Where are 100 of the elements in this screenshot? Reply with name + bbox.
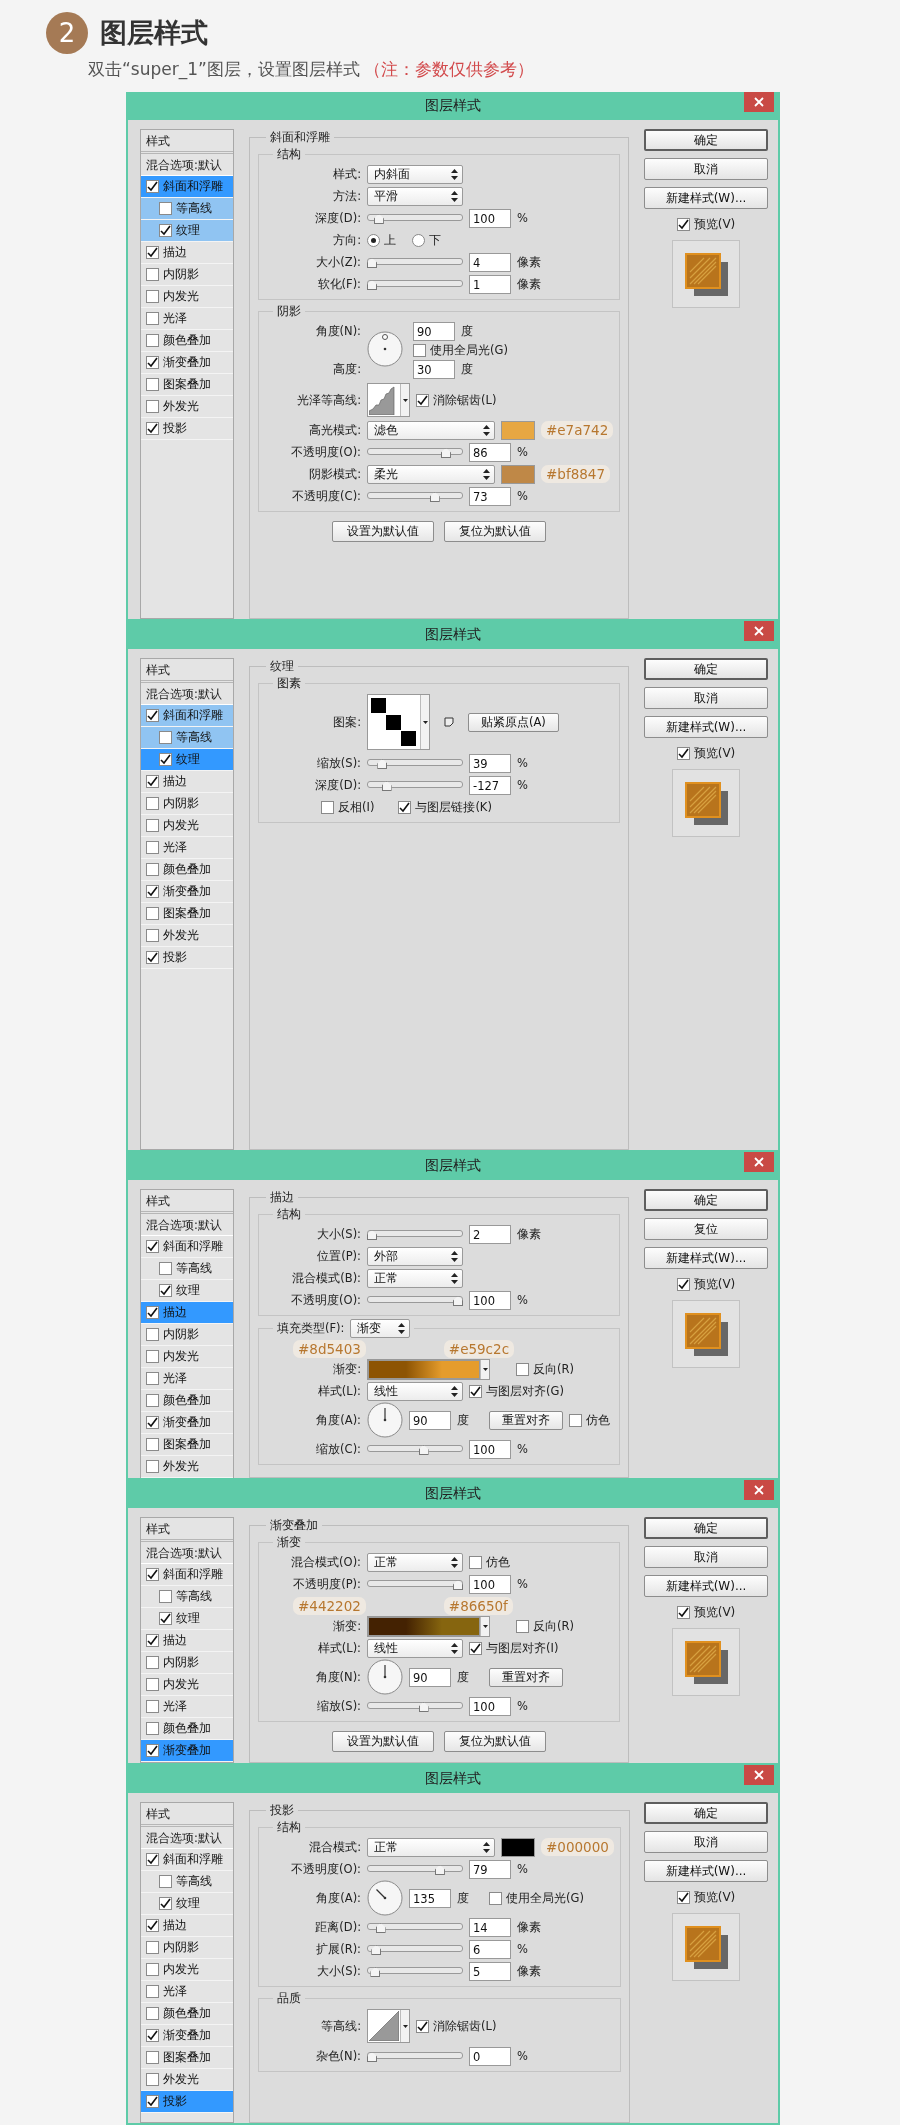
style-list-item[interactable]: 内阴影 bbox=[141, 1324, 233, 1346]
number-field[interactable]: 2 bbox=[469, 1224, 511, 1244]
style-list-item[interactable]: 等高线 bbox=[141, 1871, 233, 1893]
close-icon[interactable] bbox=[754, 1770, 764, 1780]
dropdown[interactable]: 平滑 bbox=[367, 186, 463, 206]
style-list-item[interactable]: 颜色叠加 bbox=[141, 330, 233, 352]
style-list-item[interactable]: 内发光 bbox=[141, 1346, 233, 1368]
dialog-button[interactable]: 取消 bbox=[644, 158, 768, 180]
contour-picker[interactable] bbox=[367, 383, 410, 417]
checkbox[interactable] bbox=[516, 1619, 529, 1633]
checkbox[interactable] bbox=[146, 1306, 159, 1319]
close-button[interactable] bbox=[744, 92, 774, 112]
slider-track[interactable] bbox=[367, 757, 463, 769]
slider-thumb[interactable] bbox=[370, 1967, 381, 1977]
slider-thumb[interactable] bbox=[440, 448, 451, 458]
style-list-item[interactable]: 斜面和浮雕 bbox=[141, 705, 233, 727]
slider-thumb[interactable] bbox=[429, 492, 440, 502]
checkbox[interactable] bbox=[159, 1875, 172, 1888]
style-list-item[interactable]: 渐变叠加 bbox=[141, 881, 233, 903]
caret-icon[interactable] bbox=[402, 2024, 408, 2028]
radio-label[interactable]: 下 bbox=[429, 232, 441, 248]
slider-thumb[interactable] bbox=[371, 1945, 382, 1955]
checkbox[interactable] bbox=[159, 1897, 172, 1910]
style-list-item[interactable]: 颜色叠加 bbox=[141, 1390, 233, 1412]
checkbox[interactable] bbox=[159, 202, 172, 215]
number-field[interactable]: 100 bbox=[469, 1290, 511, 1310]
checkbox[interactable] bbox=[146, 1919, 159, 1932]
checkbox[interactable] bbox=[159, 1284, 172, 1297]
style-list-item[interactable]: 投影 bbox=[141, 2091, 233, 2113]
radio-button[interactable] bbox=[412, 233, 425, 247]
dialog-button[interactable]: 新建样式(W)... bbox=[644, 1575, 768, 1597]
number-field[interactable]: 0 bbox=[469, 2046, 511, 2066]
checkbox-label[interactable]: 消除锯齿(L) bbox=[433, 392, 497, 408]
style-list-item[interactable]: 外发光 bbox=[141, 1456, 233, 1478]
radio-label[interactable]: 上 bbox=[384, 232, 396, 248]
close-button[interactable] bbox=[744, 1480, 774, 1500]
button[interactable]: 贴紧原点(A) bbox=[468, 712, 559, 732]
color-swatch[interactable] bbox=[501, 464, 535, 484]
dialog-button[interactable]: 确定 bbox=[644, 1189, 768, 1211]
style-list-item[interactable]: 内阴影 bbox=[141, 1937, 233, 1959]
checkbox[interactable] bbox=[146, 1350, 159, 1363]
number-field[interactable]: 100 bbox=[469, 1696, 511, 1716]
style-list-item[interactable]: 光泽 bbox=[141, 1696, 233, 1718]
checkbox-label[interactable]: 反向(R) bbox=[533, 1361, 574, 1377]
checkbox[interactable] bbox=[489, 1891, 502, 1905]
checkbox[interactable] bbox=[146, 2073, 159, 2086]
blend-options-item[interactable]: 混合选项:默认 bbox=[141, 1827, 233, 1849]
slider-thumb[interactable] bbox=[453, 1296, 463, 1306]
checkbox[interactable] bbox=[146, 422, 159, 435]
slider-track[interactable] bbox=[367, 779, 463, 791]
checkbox[interactable] bbox=[469, 1384, 482, 1398]
number-field[interactable]: 100 bbox=[469, 208, 511, 228]
number-field[interactable]: 100 bbox=[469, 1439, 511, 1459]
checkbox[interactable] bbox=[146, 2095, 159, 2108]
style-list-item[interactable]: 描边 bbox=[141, 1302, 233, 1324]
checkbox[interactable] bbox=[416, 393, 429, 407]
checkbox[interactable] bbox=[146, 775, 159, 788]
gradient-stop[interactable] bbox=[369, 1360, 406, 1378]
gradient-picker[interactable] bbox=[367, 1615, 490, 1637]
style-list-item[interactable]: 投影 bbox=[141, 947, 233, 969]
button[interactable]: 设置为默认值 bbox=[332, 521, 435, 542]
slider-thumb[interactable] bbox=[418, 1702, 429, 1712]
checkbox[interactable] bbox=[413, 344, 426, 357]
checkbox[interactable] bbox=[159, 1262, 172, 1275]
close-icon[interactable] bbox=[754, 1157, 764, 1167]
dropdown[interactable]: 正常 bbox=[367, 1552, 463, 1572]
dropdown[interactable]: 渐变 bbox=[350, 1319, 411, 1338]
style-list-item[interactable]: 等高线 bbox=[141, 1258, 233, 1280]
dialog-button[interactable]: 新建样式(W)... bbox=[644, 1247, 768, 1269]
checkbox[interactable] bbox=[159, 731, 172, 744]
button[interactable]: 重置对齐 bbox=[489, 1667, 563, 1687]
checkbox[interactable] bbox=[146, 1328, 159, 1341]
number-field[interactable]: 90 bbox=[413, 322, 455, 341]
slider-track[interactable] bbox=[367, 2050, 463, 2062]
new-preset-icon[interactable] bbox=[444, 717, 454, 727]
checkbox[interactable] bbox=[146, 400, 159, 413]
checkbox[interactable] bbox=[146, 1985, 159, 1998]
style-list-item[interactable]: 等高线 bbox=[141, 198, 233, 220]
button[interactable]: 重置对齐 bbox=[489, 1410, 563, 1430]
caret-icon[interactable] bbox=[482, 1367, 488, 1371]
close-icon[interactable] bbox=[754, 626, 764, 636]
checkbox[interactable] bbox=[146, 1438, 159, 1451]
button[interactable]: 设置为默认值 bbox=[332, 1731, 434, 1752]
style-list-item[interactable]: 图案叠加 bbox=[141, 1434, 233, 1456]
style-list-item[interactable]: 光泽 bbox=[141, 1981, 233, 2003]
style-list-item[interactable]: 渐变叠加 bbox=[141, 2025, 233, 2047]
caret-icon[interactable] bbox=[422, 720, 428, 724]
checkbox-label[interactable]: 仿色 bbox=[486, 1554, 510, 1570]
checkbox[interactable] bbox=[146, 951, 159, 964]
style-list-item[interactable]: 斜面和浮雕 bbox=[141, 1564, 233, 1586]
checkbox[interactable] bbox=[146, 1941, 159, 1954]
checkbox[interactable] bbox=[146, 246, 159, 259]
style-list-item[interactable]: 内阴影 bbox=[141, 793, 233, 815]
checkbox-label[interactable]: 反向(R) bbox=[533, 1618, 574, 1634]
slider-thumb[interactable] bbox=[367, 280, 377, 290]
slider-track[interactable] bbox=[367, 1863, 463, 1875]
dropdown[interactable]: 线性 bbox=[367, 1381, 463, 1401]
slider-track[interactable] bbox=[367, 446, 463, 458]
checkbox[interactable] bbox=[146, 797, 159, 810]
style-list-item[interactable]: 内发光 bbox=[141, 1674, 233, 1696]
